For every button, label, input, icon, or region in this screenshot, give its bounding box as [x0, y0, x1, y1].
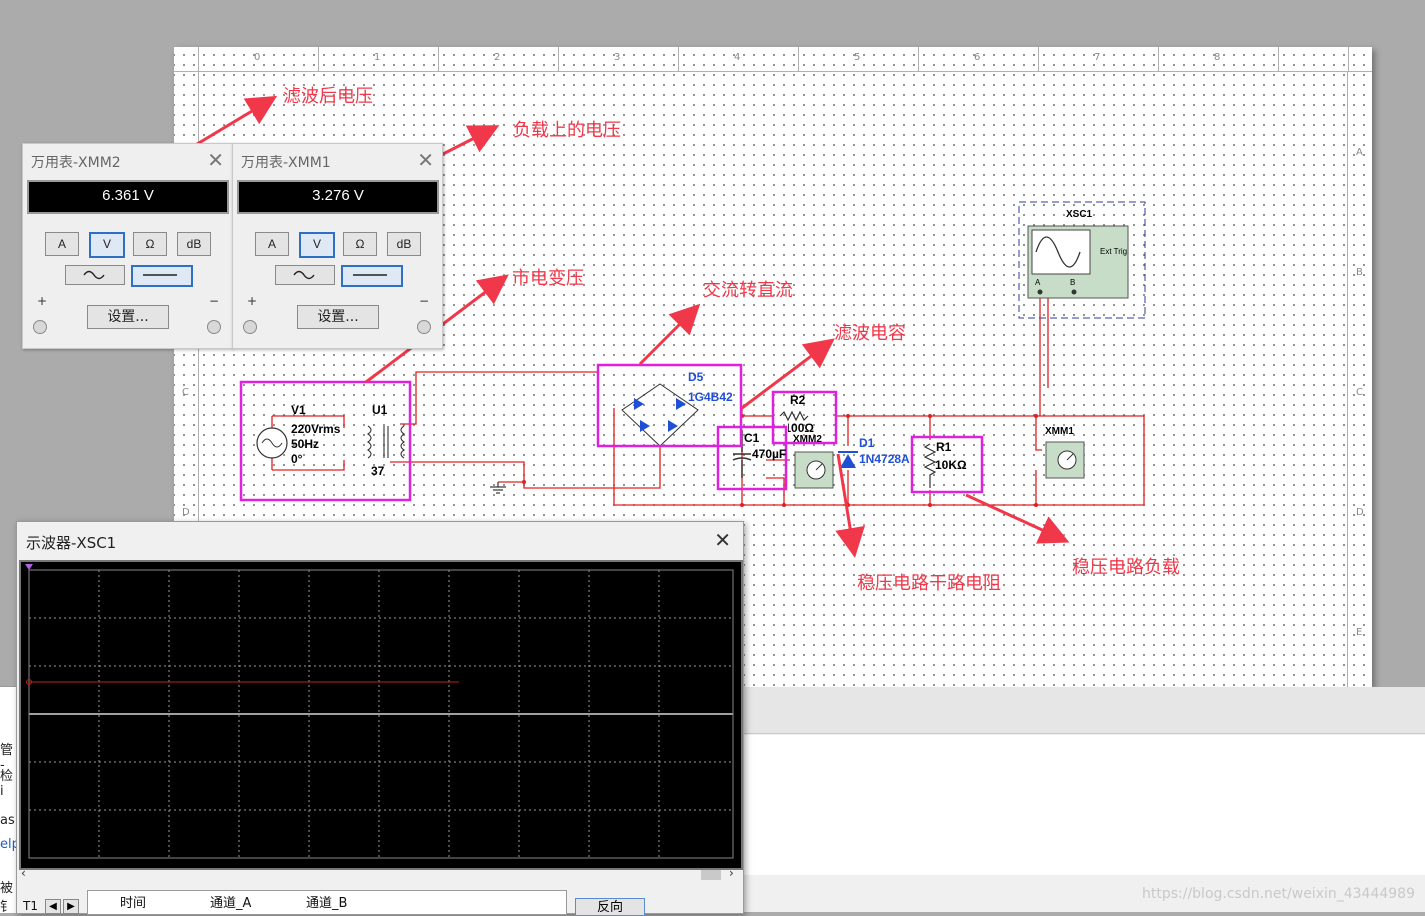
mode-volts-button[interactable]: V — [299, 232, 335, 258]
xmm1-label: XMM1 — [1045, 426, 1074, 437]
oscilloscope-grid — [25, 564, 734, 859]
c1-value: 470µF — [752, 447, 786, 461]
left-side-panel[interactable]: 管 - 检i as elp 被钅 — [0, 686, 20, 915]
xsc1-label: XSC1 — [1066, 209, 1093, 220]
mode-ohms-button[interactable]: Ω — [343, 232, 377, 256]
scroll-thumb[interactable] — [701, 870, 721, 880]
v1-rating: 220Vrms — [291, 422, 341, 436]
xsc1-channel-b: B — [1070, 278, 1076, 287]
annotation-filter-capacitor: 滤波电容 — [834, 323, 906, 344]
r2-value: 100Ω — [788, 421, 814, 435]
oscilloscope-window[interactable]: 示波器-XSC1 ✕ ‹ › T1 ◀ ▶ 时间 通道_A 通道_B 反向 — [16, 521, 744, 916]
left-panel-fragment: 检i — [0, 769, 14, 799]
annotation-series-resistor: 稳压电路干路电阻 — [857, 573, 1001, 594]
close-icon[interactable]: ✕ — [207, 148, 224, 172]
watermark: https://blog.csdn.net/weixin_43444989 — [1141, 886, 1415, 902]
mode-amps-button[interactable]: A — [45, 232, 79, 256]
negative-terminal-label: − — [419, 294, 430, 308]
transformer-icon[interactable] — [367, 425, 405, 459]
highlight-boxes — [239, 363, 984, 502]
multimeter-reading: 6.361 V — [27, 180, 229, 214]
mode-db-button[interactable]: dB — [177, 232, 211, 256]
resistor-r1-icon[interactable] — [923, 443, 937, 488]
ac-mode-button[interactable] — [275, 265, 335, 285]
u1-ratio: 37 — [371, 464, 385, 478]
xmm2-label: XMM2 — [793, 434, 822, 445]
negative-terminal[interactable] — [207, 320, 221, 334]
multimeter-title: 万用表-XMM2 — [31, 155, 121, 171]
v1-phase: 0° — [291, 452, 303, 466]
xsc1-channel-a: A — [1035, 278, 1041, 287]
positive-terminal-label: + — [247, 294, 258, 308]
table-header-channel-b: 通道_B — [306, 896, 348, 911]
t1-label: T1 — [23, 899, 38, 913]
mode-ohms-button[interactable]: Ω — [133, 232, 167, 256]
multimeter-title: 万用表-XMM1 — [241, 155, 331, 171]
close-icon[interactable]: ✕ — [417, 148, 434, 172]
u1-label: U1 — [372, 403, 388, 417]
mode-db-button[interactable]: dB — [387, 232, 421, 256]
r1-value: 10KΩ — [935, 458, 967, 472]
scroll-right-icon[interactable]: › — [729, 866, 734, 880]
ac-wave-icon — [83, 270, 105, 280]
reverse-button[interactable]: 反向 — [575, 898, 645, 916]
close-icon[interactable]: ✕ — [714, 528, 731, 552]
bridge-rectifier-icon[interactable] — [621, 383, 699, 447]
annotation-filtered-voltage: 滤波后电压 — [283, 86, 373, 107]
measurement-table: 时间 通道_A 通道_B — [87, 890, 567, 915]
table-header-channel-a: 通道_A — [210, 896, 252, 911]
d5-label: D5 — [688, 370, 704, 384]
ac-source-icon[interactable] — [256, 427, 288, 459]
oscilloscope-scrollbar[interactable]: ‹ › — [17, 866, 741, 882]
ac-mode-button[interactable] — [65, 265, 125, 285]
d5-part: 1G4B42 — [688, 390, 733, 404]
c1-label: C1 — [744, 431, 760, 445]
trigger-marker-icon — [25, 564, 33, 570]
dc-line-icon — [143, 274, 177, 276]
oscilloscope-title: 示波器-XSC1 — [26, 534, 117, 552]
resistor-r2-icon[interactable] — [779, 410, 809, 422]
v1-label: V1 — [291, 403, 306, 417]
multimeter-xmm1-panel[interactable]: 万用表-XMM1 ✕ 3.276 V A V Ω dB + − 设置... — [232, 143, 443, 349]
multimeter-xmm1-icon[interactable] — [1045, 441, 1085, 479]
ground-icon — [490, 482, 506, 494]
annotation-ac-to-dc: 交流转直流 — [703, 280, 793, 301]
table-header-time: 时间 — [120, 896, 147, 911]
r1-label: R1 — [936, 440, 952, 454]
output-panel-toolbar — [742, 687, 1425, 734]
dc-line-icon — [353, 274, 387, 276]
r2-label: R2 — [790, 393, 806, 407]
dc-mode-button[interactable] — [341, 265, 403, 287]
negative-terminal-label: − — [209, 294, 220, 308]
left-panel-fragment: 被钅 — [0, 881, 14, 915]
dc-mode-button[interactable] — [131, 265, 193, 287]
d1-part: 1N4728A — [859, 452, 910, 466]
scroll-left-icon[interactable]: ‹ — [21, 866, 26, 880]
xsc1-ext-trig: Ext Trig — [1100, 247, 1128, 256]
oscilloscope-screen[interactable] — [19, 560, 743, 870]
left-panel-fragment: as — [0, 813, 15, 828]
negative-terminal[interactable] — [417, 320, 431, 334]
multimeter-reading: 3.276 V — [237, 180, 439, 214]
positive-terminal[interactable] — [243, 320, 257, 334]
positive-terminal-label: + — [37, 294, 48, 308]
annotation-regulator-load: 稳压电路负载 — [1072, 557, 1180, 578]
output-panel-content[interactable] — [742, 735, 1425, 875]
settings-button[interactable]: 设置... — [87, 305, 169, 329]
annotation-load-voltage: 负载上的电压 — [513, 120, 621, 141]
d1-label: D1 — [859, 436, 875, 450]
mode-amps-button[interactable]: A — [255, 232, 289, 256]
mode-volts-button[interactable]: V — [89, 232, 125, 258]
multimeter-xmm2-panel[interactable]: 万用表-XMM2 ✕ 6.361 V A V Ω dB + − 设置... — [22, 143, 233, 349]
v1-frequency: 50Hz — [291, 437, 320, 451]
positive-terminal[interactable] — [33, 320, 47, 334]
output-panel[interactable] — [742, 687, 1425, 912]
annotation-mains-transformer: 市电变压 — [512, 268, 584, 289]
settings-button[interactable]: 设置... — [297, 305, 379, 329]
ac-wave-icon — [293, 270, 315, 280]
multimeter-xmm2-icon[interactable] — [794, 451, 834, 489]
